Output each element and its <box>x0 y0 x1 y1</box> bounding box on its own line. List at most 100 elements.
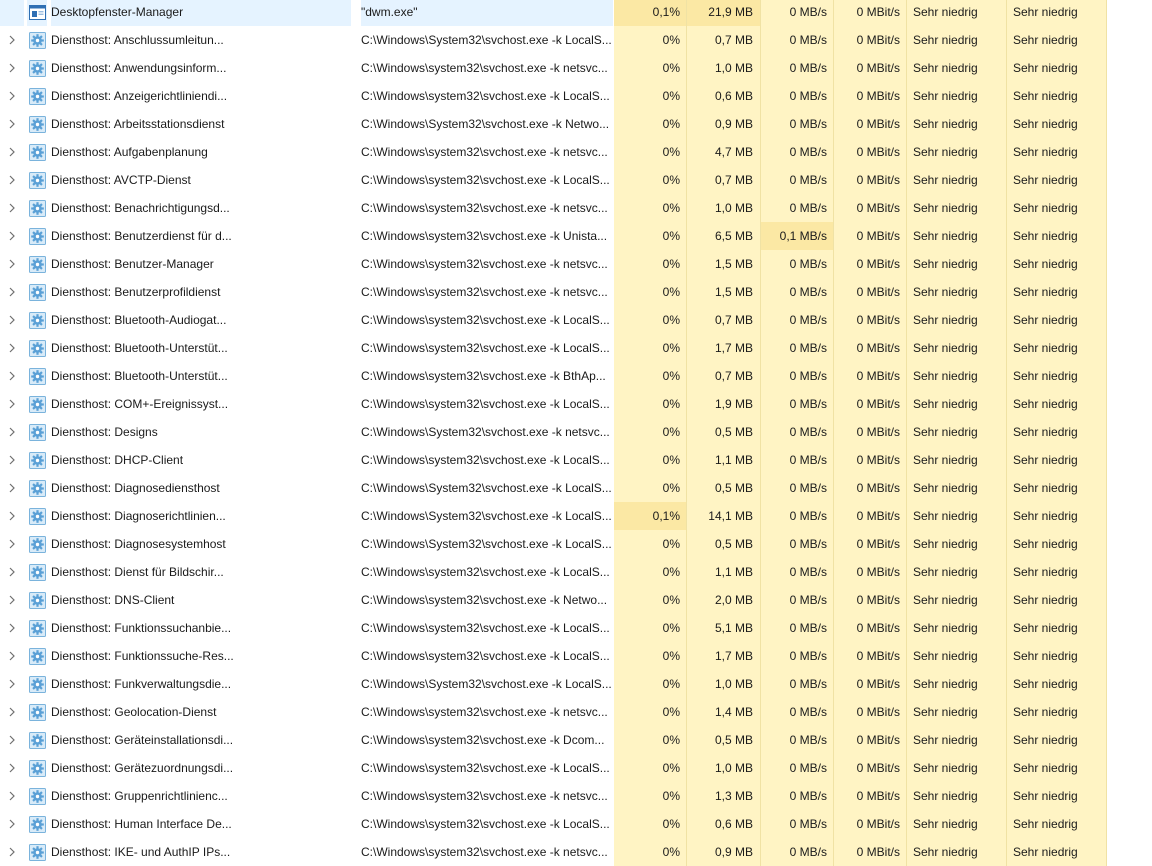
process-command-line: C:\Windows\system32\svchost.exe -k BthAp… <box>361 369 606 383</box>
process-row[interactable]: Diensthost: DNS-Client C:\Windows\system… <box>0 586 1152 614</box>
process-row[interactable]: Diensthost: Dienst für Bildschir... C:\W… <box>0 558 1152 586</box>
power-usage-trend: Sehr niedrig <box>1007 138 1107 166</box>
process-row[interactable]: Diensthost: Benutzer-Manager C:\Windows\… <box>0 250 1152 278</box>
chevron-right-icon[interactable] <box>0 82 24 110</box>
process-row[interactable]: Diensthost: Geolocation-Dienst C:\Window… <box>0 698 1152 726</box>
chevron-right-icon[interactable] <box>0 474 24 502</box>
chevron-right-icon[interactable] <box>0 54 24 82</box>
gear-service-icon <box>27 642 47 670</box>
process-row[interactable]: Diensthost: COM+-Ereignissyst... C:\Wind… <box>0 390 1152 418</box>
memory-usage: 1,9 MB <box>687 390 761 418</box>
chevron-right-icon[interactable] <box>0 502 24 530</box>
process-row[interactable]: Diensthost: Benutzerdienst für d... C:\W… <box>0 222 1152 250</box>
chevron-right-icon[interactable] <box>0 838 24 866</box>
memory-usage: 0,5 MB <box>687 418 761 446</box>
chevron-right-icon[interactable] <box>0 166 24 194</box>
process-row[interactable]: Diensthost: Aufgabenplanung C:\Windows\s… <box>0 138 1152 166</box>
cpu-usage: 0% <box>614 810 687 838</box>
chevron-right-icon[interactable] <box>0 726 24 754</box>
chevron-right-icon[interactable] <box>0 250 24 278</box>
cpu-usage: 0% <box>614 642 687 670</box>
memory-usage: 1,5 MB <box>687 250 761 278</box>
chevron-right-icon[interactable] <box>0 614 24 642</box>
chevron-right-icon[interactable] <box>0 558 24 586</box>
network-usage: 0 MBit/s <box>834 26 907 54</box>
memory-usage: 1,0 MB <box>687 754 761 782</box>
chevron-right-icon[interactable] <box>0 194 24 222</box>
power-usage-trend: Sehr niedrig <box>1007 754 1107 782</box>
process-row[interactable]: Diensthost: DHCP-Client C:\Windows\syste… <box>0 446 1152 474</box>
process-row[interactable]: Diensthost: Geräteinstallationsdi... C:\… <box>0 726 1152 754</box>
chevron-right-icon[interactable] <box>0 418 24 446</box>
chevron-right-icon[interactable] <box>0 390 24 418</box>
process-row[interactable]: Diensthost: Designs C:\Windows\System32\… <box>0 418 1152 446</box>
chevron-right-icon[interactable] <box>0 670 24 698</box>
chevron-right-icon[interactable] <box>0 586 24 614</box>
process-row[interactable]: Diensthost: Funkverwaltungsdie... C:\Win… <box>0 670 1152 698</box>
memory-usage: 1,0 MB <box>687 670 761 698</box>
process-row[interactable]: Diensthost: Gerätezuordnungsdi... C:\Win… <box>0 754 1152 782</box>
process-row[interactable]: Diensthost: Diagnoserichtlinien... C:\Wi… <box>0 502 1152 530</box>
chevron-right-icon[interactable] <box>0 306 24 334</box>
chevron-right-icon[interactable] <box>0 334 24 362</box>
process-row[interactable]: Desktopfenster-Manager "dwm.exe" 0,1% 21… <box>0 0 1152 26</box>
chevron-right-icon[interactable] <box>0 446 24 474</box>
process-row[interactable]: Diensthost: Funktionssuchanbie... C:\Win… <box>0 614 1152 642</box>
chevron-right-icon[interactable] <box>0 810 24 838</box>
memory-usage: 0,9 MB <box>687 838 761 866</box>
power-usage-trend: Sehr niedrig <box>1007 334 1107 362</box>
power-usage: Sehr niedrig <box>907 698 1007 726</box>
network-usage: 0 MBit/s <box>834 726 907 754</box>
chevron-right-icon[interactable] <box>0 530 24 558</box>
process-name: Diensthost: Bluetooth-Audiogat... <box>51 313 227 327</box>
process-row[interactable]: Diensthost: Bluetooth-Audiogat... C:\Win… <box>0 306 1152 334</box>
process-row[interactable]: Diensthost: Arbeitsstationsdienst C:\Win… <box>0 110 1152 138</box>
process-row[interactable]: Diensthost: Funktionssuche-Res... C:\Win… <box>0 642 1152 670</box>
chevron-right-icon[interactable] <box>0 642 24 670</box>
chevron-right-icon[interactable] <box>0 698 24 726</box>
process-row[interactable]: Diensthost: IKE- und AuthIP IPs... C:\Wi… <box>0 838 1152 866</box>
process-command-line: C:\Windows\System32\svchost.exe -k netsv… <box>361 425 610 439</box>
process-row[interactable]: Diensthost: Anschlussumleitun... C:\Wind… <box>0 26 1152 54</box>
power-usage: Sehr niedrig <box>907 726 1007 754</box>
chevron-right-icon[interactable] <box>0 138 24 166</box>
process-row[interactable]: Diensthost: Anwendungsinform... C:\Windo… <box>0 54 1152 82</box>
cpu-usage: 0% <box>614 670 687 698</box>
gear-service-icon <box>27 418 47 446</box>
process-name: Diensthost: Anschlussumleitun... <box>51 33 224 47</box>
chevron-right-icon[interactable] <box>0 278 24 306</box>
memory-usage: 14,1 MB <box>687 502 761 530</box>
process-row[interactable]: Diensthost: Benachrichtigungsd... C:\Win… <box>0 194 1152 222</box>
chevron-right-icon[interactable] <box>0 754 24 782</box>
process-row[interactable]: Diensthost: Bluetooth-Unterstüt... C:\Wi… <box>0 362 1152 390</box>
process-row[interactable]: Diensthost: Human Interface De... C:\Win… <box>0 810 1152 838</box>
cpu-usage: 0,1% <box>614 502 687 530</box>
chevron-right-icon[interactable] <box>0 222 24 250</box>
process-name: Diensthost: Arbeitsstationsdienst <box>51 117 225 131</box>
process-row[interactable]: Diensthost: AVCTP-Dienst C:\Windows\syst… <box>0 166 1152 194</box>
process-row[interactable]: Diensthost: Diagnosesystemhost C:\Window… <box>0 530 1152 558</box>
network-usage: 0 MBit/s <box>834 138 907 166</box>
disk-usage: 0 MB/s <box>761 194 834 222</box>
network-usage: 0 MBit/s <box>834 334 907 362</box>
process-row[interactable]: Diensthost: Gruppenrichtlinienc... C:\Wi… <box>0 782 1152 810</box>
chevron-right-icon[interactable] <box>0 110 24 138</box>
power-usage: Sehr niedrig <box>907 334 1007 362</box>
power-usage-trend: Sehr niedrig <box>1007 670 1107 698</box>
process-row[interactable]: Diensthost: Bluetooth-Unterstüt... C:\Wi… <box>0 334 1152 362</box>
power-usage-trend: Sehr niedrig <box>1007 530 1107 558</box>
chevron-right-icon[interactable] <box>0 26 24 54</box>
process-command-line: C:\Windows\system32\svchost.exe -k netsv… <box>361 201 608 215</box>
process-row[interactable]: Diensthost: Diagnosediensthost C:\Window… <box>0 474 1152 502</box>
chevron-right-icon[interactable] <box>0 782 24 810</box>
memory-usage: 0,5 MB <box>687 474 761 502</box>
process-command-line: C:\Windows\system32\svchost.exe -k Dcom.… <box>361 733 605 747</box>
cpu-usage: 0% <box>614 726 687 754</box>
network-usage: 0 MBit/s <box>834 614 907 642</box>
chevron-right-icon[interactable] <box>0 362 24 390</box>
process-row[interactable]: Diensthost: Benutzerprofildienst C:\Wind… <box>0 278 1152 306</box>
disk-usage: 0 MB/s <box>761 782 834 810</box>
process-row[interactable]: Diensthost: Anzeigerichtliniendi... C:\W… <box>0 82 1152 110</box>
power-usage-trend: Sehr niedrig <box>1007 306 1107 334</box>
process-name: Diensthost: Geräteinstallationsdi... <box>51 733 234 747</box>
